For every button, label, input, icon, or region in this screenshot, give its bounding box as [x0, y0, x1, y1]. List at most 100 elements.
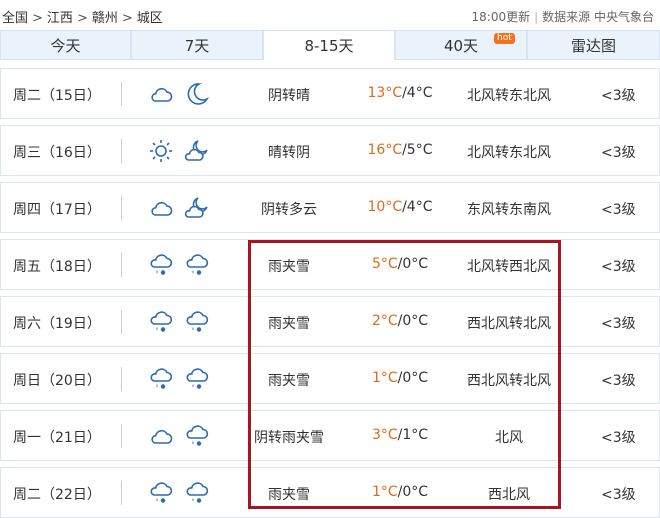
weather-description: 晴转阴	[268, 145, 310, 161]
breadcrumb-country[interactable]: 全国	[2, 11, 28, 26]
forecast-row: 周六（19日） 雨夹雪 2°C/0°C 西北风转北风 <3级	[0, 296, 660, 347]
breadcrumb-separator: >	[32, 11, 43, 26]
wind-level: <3级	[601, 430, 636, 446]
sleet-icon	[184, 252, 210, 278]
wind-direction: 西北风转北风	[467, 373, 551, 389]
breadcrumb-separator: >	[121, 11, 133, 26]
weather-description: 雨夹雪	[268, 373, 310, 389]
day-label: 周二（15日）	[13, 88, 101, 104]
wind-direction: 北风转东北风	[467, 88, 551, 104]
breadcrumb: 全国 > 江西 > 赣州 > 城区	[2, 7, 163, 26]
forecast-row: 周二（22日） 雨夹雪 1°C/0°C 西北风 <3级	[0, 467, 660, 518]
weather-description: 阴转晴	[268, 88, 310, 104]
cloudy-night-icon	[184, 195, 210, 221]
wind-level: <3级	[601, 373, 636, 389]
sleet-icon	[184, 366, 210, 392]
sleet-icon	[148, 480, 174, 506]
forecast-row: 周五（18日） 雨夹雪 5°C/0°C 北风转西北风 <3级	[0, 239, 660, 290]
temperature: 16°C/5°C	[341, 142, 459, 158]
row-divider	[121, 82, 122, 106]
meta-divider: |	[534, 10, 539, 24]
tab-radar[interactable]: 雷达图	[527, 30, 660, 60]
temp-low: /0°C	[397, 370, 429, 386]
row-divider	[121, 310, 122, 334]
temp-high: 10°C	[367, 199, 403, 215]
tab-label: 40天	[443, 37, 479, 55]
day-label: 周日（20日）	[13, 373, 101, 389]
tab-label: 8-15天	[304, 37, 354, 55]
row-divider	[121, 481, 122, 505]
sleet-icon	[184, 309, 210, 335]
day-label: 周二（22日）	[13, 487, 101, 503]
temp-low: /0°C	[397, 484, 429, 500]
breadcrumb-province[interactable]: 江西	[47, 11, 73, 26]
data-source: 数据来源 中央气象台	[542, 10, 654, 24]
wind-direction: 西北风	[488, 487, 530, 503]
wind-direction: 北风转西北风	[467, 259, 551, 275]
temp-low: /4°C	[402, 199, 433, 215]
wind-level: <3级	[601, 487, 636, 503]
row-divider	[121, 367, 122, 391]
tab-label: 今天	[50, 37, 81, 55]
wind-level: <3级	[601, 145, 636, 161]
moon-icon	[184, 81, 210, 107]
day-label: 周一（21日）	[13, 430, 101, 446]
temp-high: 13°C	[367, 85, 403, 101]
wind-level: <3级	[601, 202, 636, 218]
temp-high: 16°C	[367, 142, 403, 158]
temperature: 13°C/4°C	[341, 85, 459, 101]
sleet-icon	[184, 480, 210, 506]
tab-label: 雷达图	[570, 37, 616, 55]
temp-high: 1°C	[371, 484, 398, 500]
breadcrumb-separator: >	[76, 11, 88, 26]
weather-description: 阴转多云	[261, 202, 317, 218]
temp-low: /0°C	[397, 313, 429, 329]
temperature: 1°C/0°C	[341, 370, 459, 386]
update-time: 18:00更新	[471, 10, 531, 24]
temp-high: 5°C	[371, 256, 398, 272]
wind-direction: 西北风转北风	[467, 316, 551, 332]
day-label: 周四（17日）	[13, 202, 101, 218]
cloud-icon	[148, 81, 174, 107]
temperature: 3°C/1°C	[341, 427, 459, 443]
temperature: 10°C/4°C	[341, 199, 459, 215]
top-bar: 全国 > 江西 > 赣州 > 城区 18:00更新 | 数据来源 中央气象台	[0, 0, 660, 30]
row-divider	[121, 253, 122, 277]
day-label: 周三（16日）	[13, 145, 101, 161]
temp-low: /0°C	[397, 256, 429, 272]
tab-40-days[interactable]: 40天 hot	[395, 30, 527, 60]
wind-direction: 北风	[495, 430, 523, 446]
temp-low: /4°C	[402, 85, 433, 101]
temp-high: 2°C	[371, 313, 398, 329]
forecast-row: 周一（21日） 阴转雨夹雪 3°C/1°C 北风 <3级	[0, 410, 660, 461]
temp-high: 1°C	[371, 370, 398, 386]
tab-8-15-days[interactable]: 8-15天	[263, 30, 395, 60]
temp-low: /5°C	[402, 142, 433, 158]
wind-direction: 北风转东北风	[467, 145, 551, 161]
forecast-row: 周日（20日） 雨夹雪 1°C/0°C 西北风转北风 <3级	[0, 353, 660, 404]
update-meta: 18:00更新 | 数据来源 中央气象台	[472, 8, 654, 25]
day-label: 周五（18日）	[13, 259, 101, 275]
weather-description: 雨夹雪	[268, 316, 310, 332]
weather-description: 阴转雨夹雪	[254, 430, 324, 446]
tab-label: 7天	[184, 37, 210, 55]
cloud-icon	[148, 195, 174, 221]
wind-direction: 东风转东南风	[467, 202, 551, 218]
wind-level: <3级	[601, 259, 636, 275]
hot-badge: hot	[494, 33, 515, 44]
temp-high: 3°C	[371, 427, 398, 443]
temp-low: /1°C	[397, 427, 429, 443]
sleet-icon	[148, 366, 174, 392]
forecast-row: 周三（16日） 晴转阴 16°C/5°C 北风转东北风 <3级	[0, 125, 660, 176]
temperature: 1°C/0°C	[341, 484, 459, 500]
tab-7-days[interactable]: 7天	[131, 30, 263, 60]
row-divider	[121, 139, 122, 163]
temperature: 5°C/0°C	[341, 256, 459, 272]
wind-level: <3级	[601, 316, 636, 332]
tab-today[interactable]: 今天	[0, 30, 131, 60]
breadcrumb-city[interactable]: 赣州	[92, 11, 118, 26]
wind-level: <3级	[601, 88, 636, 104]
cloud-icon	[148, 423, 174, 449]
day-label: 周六（19日）	[13, 316, 101, 332]
sleet-icon	[148, 252, 174, 278]
